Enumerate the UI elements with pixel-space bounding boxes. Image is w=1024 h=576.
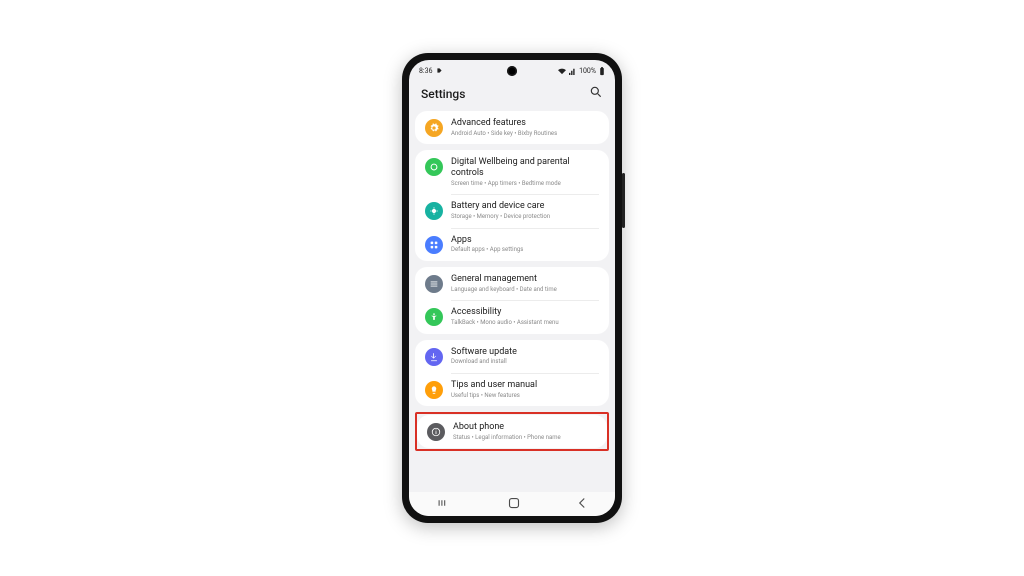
item-general-management[interactable]: General management Language and keyboard… (415, 267, 609, 300)
settings-list: Advanced features Android Auto • Side ke… (409, 111, 615, 492)
item-title: Battery and device care (451, 201, 599, 212)
device-care-icon (425, 202, 443, 220)
wifi-icon (558, 68, 566, 75)
item-accessibility[interactable]: Accessibility TalkBack • Mono audio • As… (415, 300, 609, 333)
item-title: Accessibility (451, 307, 599, 318)
settings-group: About phone Status • Legal information •… (417, 415, 607, 448)
gear-icon (425, 119, 443, 137)
item-subtitle: Android Auto • Side key • Bixby Routines (451, 130, 599, 138)
phone-frame: 8:36 100% (402, 53, 622, 523)
item-title: General management (451, 274, 599, 285)
signal-icon (569, 68, 576, 75)
item-battery-device-care[interactable]: Battery and device care Storage • Memory… (415, 194, 609, 227)
info-icon (427, 423, 445, 441)
lightbulb-icon (425, 381, 443, 399)
page-title: Settings (421, 87, 465, 101)
nav-recent-button[interactable] (437, 498, 451, 511)
nav-back-button[interactable] (577, 497, 587, 512)
item-subtitle: Storage • Memory • Device protection (451, 213, 599, 221)
item-advanced-features[interactable]: Advanced features Android Auto • Side ke… (415, 111, 609, 144)
item-about-phone[interactable]: About phone Status • Legal information •… (417, 415, 607, 448)
app-header: Settings (409, 80, 615, 111)
item-subtitle: Default apps • App settings (451, 246, 599, 254)
item-title: Tips and user manual (451, 380, 599, 391)
search-button[interactable] (589, 84, 603, 103)
status-recording-icon (436, 67, 443, 76)
item-digital-wellbeing[interactable]: Digital Wellbeing and parental controls … (415, 150, 609, 194)
apps-icon (425, 236, 443, 254)
status-time: 8:36 (419, 67, 433, 75)
item-title: About phone (453, 422, 597, 433)
item-title: Advanced features (451, 118, 599, 129)
camera-hole (507, 66, 517, 76)
item-title: Digital Wellbeing and parental controls (451, 157, 599, 179)
battery-text: 100% (579, 67, 596, 75)
item-subtitle: Download and install (451, 358, 599, 366)
navigation-bar (409, 492, 615, 516)
item-subtitle: TalkBack • Mono audio • Assistant menu (451, 319, 599, 327)
item-subtitle: Language and keyboard • Date and time (451, 286, 599, 294)
item-title: Apps (451, 235, 599, 246)
nav-home-button[interactable] (508, 497, 520, 512)
accessibility-icon (425, 308, 443, 326)
settings-group: Software update Download and install Tip… (415, 340, 609, 407)
item-software-update[interactable]: Software update Download and install (415, 340, 609, 373)
battery-icon (599, 67, 605, 76)
highlight-annotation: About phone Status • Legal information •… (415, 412, 609, 451)
item-subtitle: Useful tips • New features (451, 392, 599, 400)
item-title: Software update (451, 347, 599, 358)
wellbeing-icon (425, 158, 443, 176)
item-apps[interactable]: Apps Default apps • App settings (415, 228, 609, 261)
phone-screen: 8:36 100% (409, 60, 615, 516)
item-tips-manual[interactable]: Tips and user manual Useful tips • New f… (415, 373, 609, 406)
settings-group: General management Language and keyboard… (415, 267, 609, 334)
item-subtitle: Status • Legal information • Phone name (453, 434, 597, 442)
settings-group: Advanced features Android Auto • Side ke… (415, 111, 609, 144)
settings-group: Digital Wellbeing and parental controls … (415, 150, 609, 261)
download-icon (425, 348, 443, 366)
item-subtitle: Screen time • App timers • Bedtime mode (451, 180, 599, 188)
general-icon (425, 275, 443, 293)
